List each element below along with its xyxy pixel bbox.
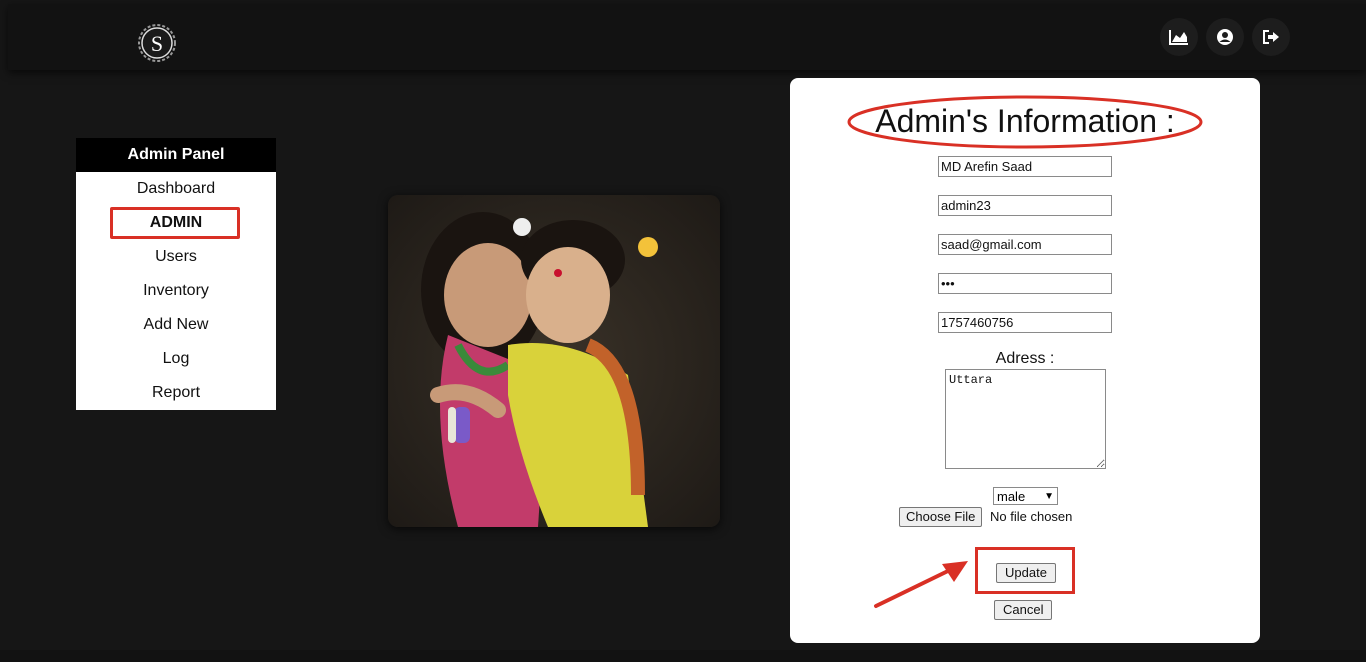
choose-file-button[interactable]: Choose File: [899, 507, 983, 527]
sidebar-item-log[interactable]: Log: [76, 342, 276, 376]
user-circle-icon[interactable]: [1206, 18, 1244, 56]
admin-panel-menu: Admin Panel Dashboard ADMIN Users Invent…: [76, 138, 276, 410]
chart-area-icon[interactable]: [1160, 18, 1198, 56]
gender-selected-value: male: [997, 488, 1026, 504]
caret-down-icon: ▼: [1044, 490, 1054, 502]
cancel-button[interactable]: Cancel: [994, 600, 1053, 620]
admin-profile-photo: [388, 195, 720, 527]
admin-panel-title: Admin Panel: [76, 138, 276, 172]
red-arrow-annotation: [874, 561, 968, 608]
username-field[interactable]: [938, 195, 1112, 216]
sidebar-item-add-new[interactable]: Add New: [76, 308, 276, 342]
footer-bar: [0, 650, 1366, 662]
site-logo[interactable]: S: [134, 22, 180, 64]
no-file-chosen-text: No file chosen: [990, 509, 1073, 524]
sidebar-item-admin[interactable]: ADMIN: [76, 206, 276, 240]
admin-highlight-box: [110, 207, 240, 239]
svg-text:S: S: [151, 31, 163, 56]
update-button[interactable]: Update: [996, 563, 1056, 583]
gender-select[interactable]: male ▼: [993, 487, 1058, 505]
name-field[interactable]: [938, 156, 1112, 177]
sidebar-item-dashboard[interactable]: Dashboard: [76, 172, 276, 206]
sidebar-item-inventory[interactable]: Inventory: [76, 274, 276, 308]
sidebar-item-report[interactable]: Report: [76, 376, 276, 410]
admin-info-title: Admin's Information :: [875, 103, 1175, 139]
admin-info-title-wrapper: Admin's Information :: [846, 94, 1204, 150]
password-field[interactable]: [938, 273, 1112, 294]
address-label: Adress :: [995, 350, 1055, 367]
address-textarea[interactable]: Uttara: [945, 369, 1106, 469]
sidebar-item-users[interactable]: Users: [76, 240, 276, 274]
top-navbar: S: [8, 4, 1366, 70]
sign-out-icon[interactable]: [1252, 18, 1290, 56]
email-field[interactable]: [938, 234, 1112, 255]
phone-field[interactable]: [938, 312, 1112, 333]
